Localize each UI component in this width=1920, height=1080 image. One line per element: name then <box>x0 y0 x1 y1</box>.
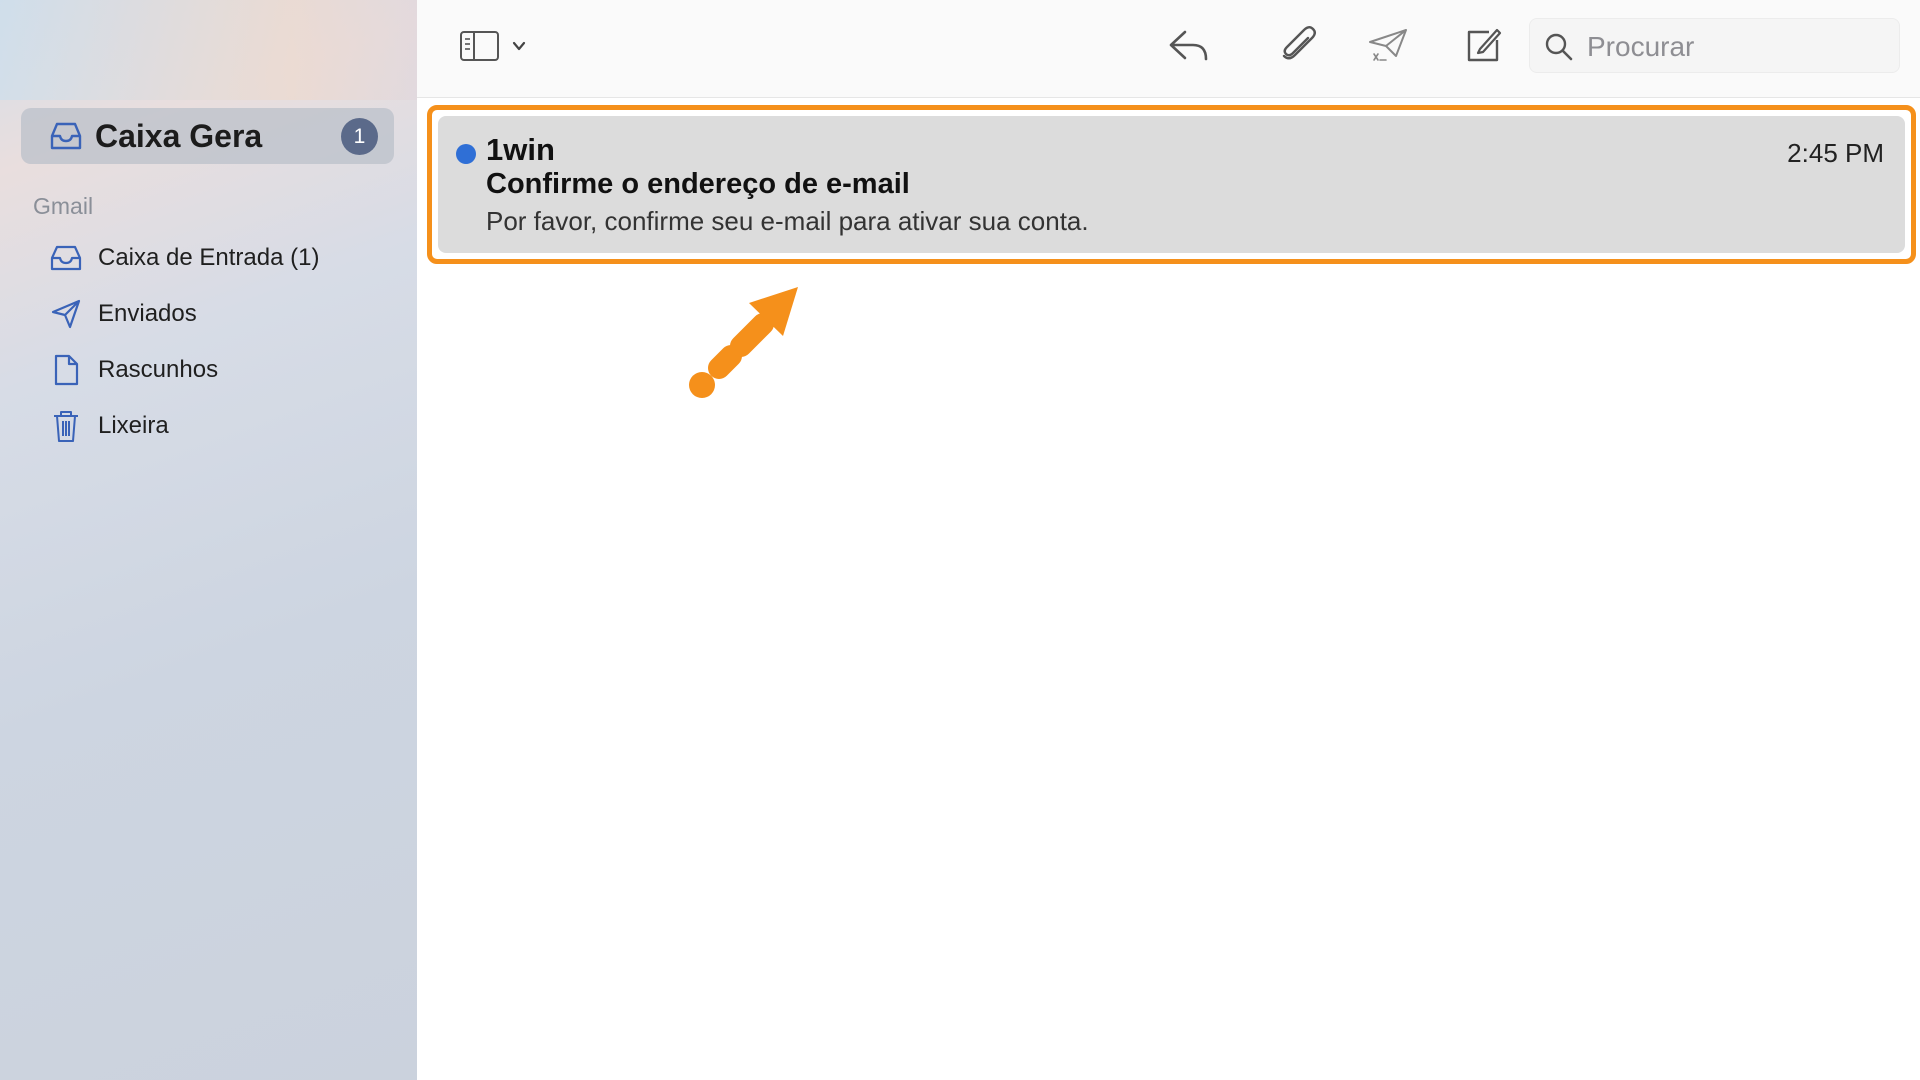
search-icon <box>1545 33 1573 61</box>
paper-plane-icon <box>48 297 84 331</box>
sidebar-item-label: Rascunhos <box>98 356 219 383</box>
sidebar-item-label: Lixeira <box>98 412 169 439</box>
sidebar-item-trash[interactable]: Lixeira <box>48 406 169 446</box>
reply-button[interactable] <box>1165 22 1213 70</box>
unread-dot <box>456 144 476 164</box>
sidebar: Caixa Gera 1 Gmail Caixa de Entrada (1) … <box>0 0 417 1080</box>
sidebar-item-label: Caixa de Entrada (1) <box>98 244 320 271</box>
tray-icon <box>50 122 82 150</box>
attachment-icon <box>1282 26 1316 60</box>
message-sender: 1win <box>486 132 555 167</box>
compose-icon <box>1467 28 1502 62</box>
sidebar-item-label: Caixa Gera <box>95 118 263 154</box>
account-section-title: Gmail <box>33 193 94 219</box>
sidebar-item-label: Enviados <box>98 300 197 327</box>
document-icon <box>48 353 84 387</box>
message-preview: Por favor, confirme seu e-mail para ativ… <box>486 206 1089 236</box>
message-row[interactable]: 1win 2:45 PM Confirme o endereço de e-ma… <box>438 116 1905 253</box>
sidebar-item-inbox[interactable]: Caixa de Entrada (1) <box>48 238 319 278</box>
attachment-button[interactable] <box>1274 22 1322 70</box>
message-time: 2:45 PM <box>1787 138 1884 168</box>
junk-icon <box>1369 29 1407 61</box>
reply-icon <box>1169 30 1208 61</box>
search-field[interactable]: Procurar <box>1529 18 1900 73</box>
sidebar-toggle-icon <box>460 31 526 61</box>
inbox-tray-icon <box>48 241 84 275</box>
annotation-arrow-icon <box>689 287 798 398</box>
unread-count-badge: 1 <box>341 118 378 155</box>
sidebar-item-all-inboxes[interactable]: Caixa Gera 1 <box>21 108 394 164</box>
search-placeholder: Procurar <box>1587 31 1695 62</box>
junk-button[interactable] <box>1362 22 1414 70</box>
sidebar-item-sent[interactable]: Enviados <box>48 294 197 334</box>
compose-button[interactable] <box>1458 22 1508 70</box>
sidebar-item-drafts[interactable]: Rascunhos <box>48 350 218 390</box>
highlight-frame: 1win 2:45 PM Confirme o endereço de e-ma… <box>427 105 1916 264</box>
message-subject: Confirme o endereço de e-mail <box>486 168 910 200</box>
sidebar-toggle-button[interactable] <box>459 22 531 70</box>
trash-icon <box>48 409 84 443</box>
